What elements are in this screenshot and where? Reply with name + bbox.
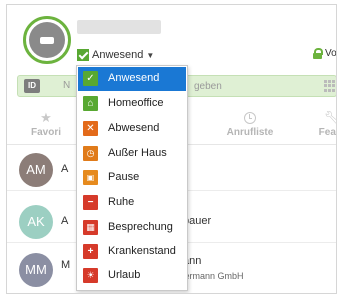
status-option-homeoffice[interactable]: Homeoffice xyxy=(78,92,186,116)
search-hint-fragment: N xyxy=(63,80,71,91)
avatar-image xyxy=(29,22,65,58)
status-option-urlaub[interactable]: Urlaub xyxy=(78,264,186,288)
status-option-label: Abwesend xyxy=(108,122,160,134)
status-option-abwesend[interactable]: Abwesend xyxy=(78,117,186,141)
status-dropdown-trigger[interactable]: Anwesend ▼ xyxy=(77,47,154,63)
x-icon xyxy=(83,121,98,136)
current-status-label: Anwesend xyxy=(92,49,144,61)
contact-avatar: AK xyxy=(19,205,53,239)
tab-favorites[interactable]: ★ Favori xyxy=(21,109,71,145)
contact-avatar: AM xyxy=(19,153,53,187)
status-option-label: Homeoffice xyxy=(108,97,164,109)
caret-down-icon: ▼ xyxy=(146,50,155,60)
status-option-krankenstand[interactable]: Krankenstand xyxy=(78,240,186,264)
lock-icon xyxy=(313,48,323,59)
home-icon xyxy=(83,96,98,111)
tab-call-list[interactable]: Anrufliste xyxy=(217,109,283,145)
check-icon xyxy=(83,71,98,86)
calendar-icon xyxy=(83,220,98,235)
contact-name-fragment: A xyxy=(61,163,69,175)
id-icon: ID xyxy=(24,79,40,93)
dialpad-icon[interactable] xyxy=(324,80,336,92)
status-option-anwesend[interactable]: Anwesend xyxy=(78,67,186,91)
tab-label: Featu xyxy=(318,127,336,138)
tab-features[interactable]: 🔧︎ Featu xyxy=(307,109,336,145)
status-option-label: Außer Haus xyxy=(108,147,167,159)
status-option-besprechung[interactable]: Besprechung xyxy=(78,216,186,240)
check-icon xyxy=(77,49,89,61)
privacy-label: Vo xyxy=(325,48,337,59)
status-option-ruhe[interactable]: Ruhe xyxy=(78,191,186,215)
tab-label: Favori xyxy=(30,127,61,138)
user-avatar[interactable] xyxy=(23,16,71,64)
clock-out-icon xyxy=(83,146,98,161)
status-option-label: Ruhe xyxy=(108,196,135,208)
star-icon: ★ xyxy=(40,110,52,125)
status-option-label: Pause xyxy=(108,171,140,183)
status-option-pause[interactable]: Pause xyxy=(78,166,186,190)
tab-label: Anrufliste xyxy=(226,127,274,138)
coffee-icon xyxy=(83,170,98,185)
status-option-label: Krankenstand xyxy=(108,245,176,257)
privacy-indicator[interactable]: Vo xyxy=(313,48,337,59)
medical-icon xyxy=(83,244,98,259)
contact-name-fragment: A xyxy=(61,215,69,227)
status-option-label: Anwesend xyxy=(108,72,160,84)
search-input[interactable] xyxy=(194,78,304,94)
sun-icon xyxy=(83,268,98,283)
status-option-ausser-haus[interactable]: Außer Haus xyxy=(78,142,186,166)
app-window: Anwesend ▼ Vo ID N ★ Favori Anrufliste 🔧… xyxy=(6,4,337,294)
clock-icon xyxy=(244,112,256,124)
status-option-label: Besprechung xyxy=(108,221,173,233)
status-menu: Anwesend Homeoffice Abwesend Außer Haus … xyxy=(76,65,188,291)
status-option-label: Urlaub xyxy=(108,269,141,281)
contact-name-fragment: M xyxy=(61,259,71,271)
wrench-icon: 🔧︎ xyxy=(307,109,336,127)
user-name-redacted xyxy=(77,20,161,34)
minus-icon xyxy=(83,195,98,210)
contact-avatar: MM xyxy=(19,253,53,287)
